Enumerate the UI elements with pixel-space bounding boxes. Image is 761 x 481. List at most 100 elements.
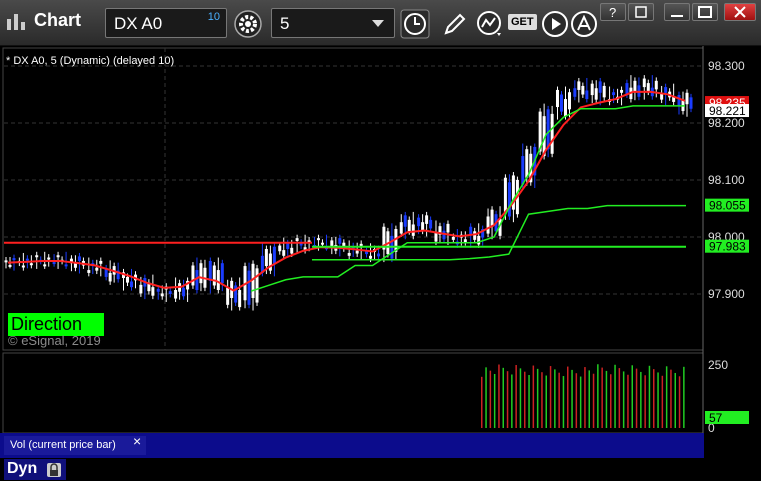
volume-bar [584, 367, 586, 428]
close-icon [734, 6, 746, 18]
pencil-icon[interactable] [440, 9, 470, 39]
volume-bar [622, 371, 625, 428]
minimize-button[interactable] [664, 3, 690, 21]
price-bar [521, 156, 525, 185]
price-bar [411, 224, 415, 236]
price-bar [417, 217, 421, 227]
clock-icon[interactable] [400, 9, 430, 39]
price-bar [43, 264, 47, 267]
price-bar [399, 222, 403, 234]
price-bar [581, 85, 585, 95]
price-tick-label: 98.300 [708, 59, 745, 73]
volume-bar [502, 367, 504, 428]
price-bar [29, 263, 33, 266]
price-bar [559, 94, 563, 112]
volume-bar [588, 370, 590, 428]
volume-bar [601, 367, 603, 428]
price-bar [4, 260, 8, 263]
play-icon[interactable] [540, 9, 570, 39]
price-bar [238, 290, 242, 308]
volume-bar [506, 371, 509, 428]
price-bar [156, 288, 160, 292]
dynamic-mode-button[interactable]: Dyn [4, 459, 66, 480]
price-bar [151, 287, 155, 296]
price-bar [95, 267, 99, 271]
volume-bar [571, 369, 573, 428]
price-bar [47, 257, 51, 260]
price-bar [247, 270, 251, 305]
help-button[interactable]: ? [600, 3, 626, 21]
price-bar [503, 177, 507, 212]
price-bar [199, 263, 203, 284]
price-bar [355, 250, 359, 254]
price-chart[interactable]: 98.30098.20098.10098.00097.90098.23598.2… [0, 46, 761, 458]
close-volume-icon[interactable]: × [133, 433, 141, 449]
symbol-text: DX A0 [114, 14, 163, 33]
price-bar [316, 238, 320, 241]
volume-bar [678, 376, 681, 428]
volume-bar [498, 364, 500, 428]
volume-bar [481, 376, 483, 428]
price-bar [330, 240, 334, 247]
restore-layout-button[interactable] [628, 3, 654, 21]
study-icon[interactable] [475, 9, 505, 39]
alert-icon[interactable] [569, 9, 599, 39]
price-bar [473, 231, 477, 240]
price-bar [264, 248, 268, 267]
volume-bar [511, 374, 513, 428]
price-bar [52, 262, 56, 265]
price-bar [126, 276, 130, 283]
volume-bar [597, 364, 599, 428]
close-button[interactable] [724, 3, 756, 21]
price-bar [130, 281, 134, 288]
price-tick-label: 98.200 [708, 116, 745, 130]
price-bar [195, 270, 199, 291]
volume-bar [627, 374, 629, 428]
price-bar [442, 230, 446, 240]
get-button[interactable]: GET [508, 12, 537, 34]
gear-icon[interactable] [233, 9, 263, 39]
price-bar [12, 258, 16, 261]
volume-bar [554, 369, 556, 428]
price-bar [689, 97, 693, 109]
volume-bar [515, 365, 517, 428]
price-bar [407, 219, 411, 232]
price-bar [490, 209, 494, 227]
price-bar [507, 182, 511, 217]
chart-logo-icon [7, 13, 25, 30]
interval-select[interactable]: 5 [271, 8, 395, 38]
minimize-icon [671, 15, 683, 17]
price-bar [642, 78, 646, 88]
price-bar [64, 264, 68, 267]
price-bar [99, 260, 103, 264]
price-bar [434, 233, 438, 242]
price-bar [286, 243, 290, 249]
price-bar [320, 242, 324, 245]
interval-value: 5 [280, 14, 290, 33]
price-tag-label: 98.055 [709, 199, 746, 213]
volume-bar [558, 372, 560, 428]
restore-icon [635, 6, 647, 18]
volume-bar [683, 366, 685, 428]
chart-background [0, 46, 761, 458]
price-bar [620, 89, 624, 93]
price-bar [377, 253, 381, 257]
price-tick-label: 98.100 [708, 173, 745, 187]
price-bar [174, 290, 178, 299]
price-bar [463, 239, 467, 243]
price-bar [602, 85, 606, 98]
price-bar [654, 80, 658, 90]
price-bar [282, 250, 286, 256]
price-tag-label: 98.221 [709, 104, 746, 118]
price-bar [278, 245, 282, 252]
price-bar [216, 270, 220, 291]
price-bar [160, 293, 164, 297]
price-bar [87, 270, 91, 273]
price-bar [268, 253, 272, 271]
price-bar [226, 287, 230, 305]
price-bar [598, 81, 602, 93]
maximize-button[interactable] [692, 3, 718, 21]
volume-bar [644, 375, 646, 428]
symbol-field[interactable]: DX A0 10 [105, 8, 227, 38]
volume-bar [575, 373, 578, 428]
